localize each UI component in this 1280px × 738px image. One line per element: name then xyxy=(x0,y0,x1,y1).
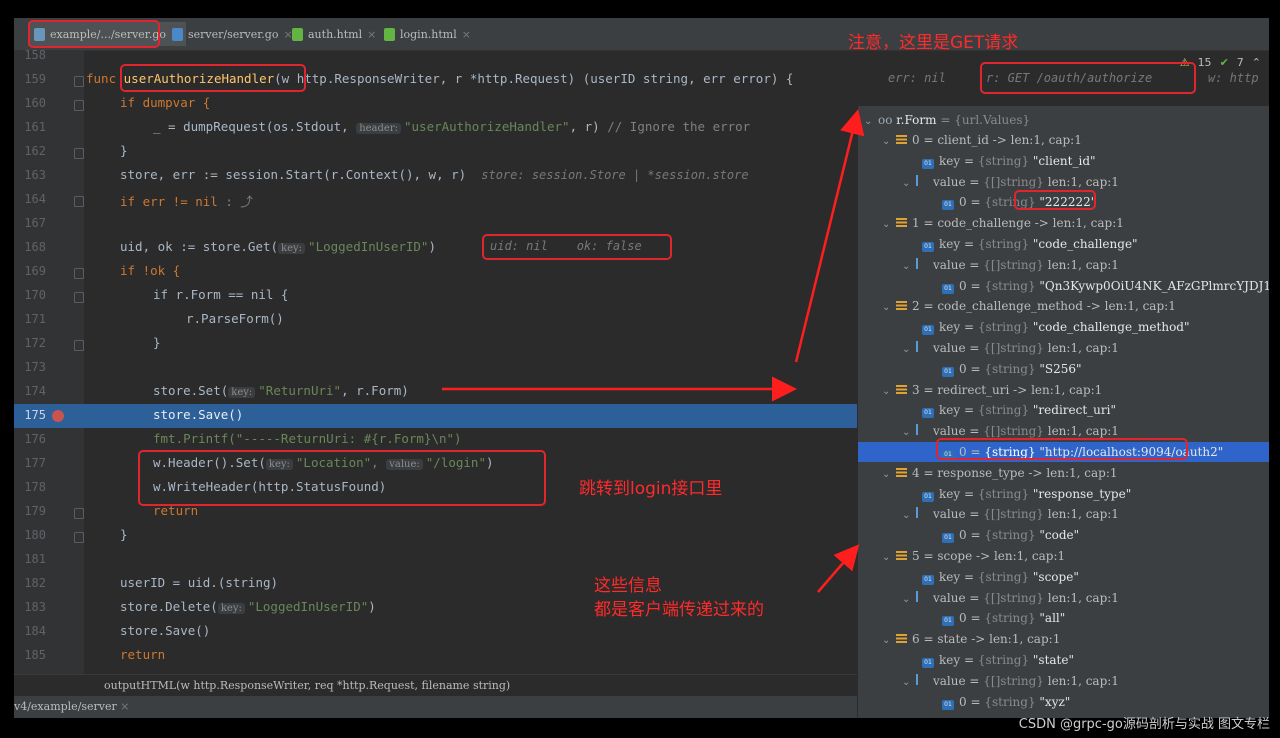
arrow-client-info xyxy=(817,544,860,593)
watermark: CSDN @grpc-go源码剖析与实战 图文专栏 xyxy=(1018,717,1270,732)
annotation-arrows xyxy=(442,109,865,593)
screenshot-frame: example/.../server.go × server/server.go… xyxy=(0,0,1280,738)
arrow-to-panel xyxy=(794,109,865,363)
ide-window: example/.../server.go × server/server.go… xyxy=(14,18,1269,718)
